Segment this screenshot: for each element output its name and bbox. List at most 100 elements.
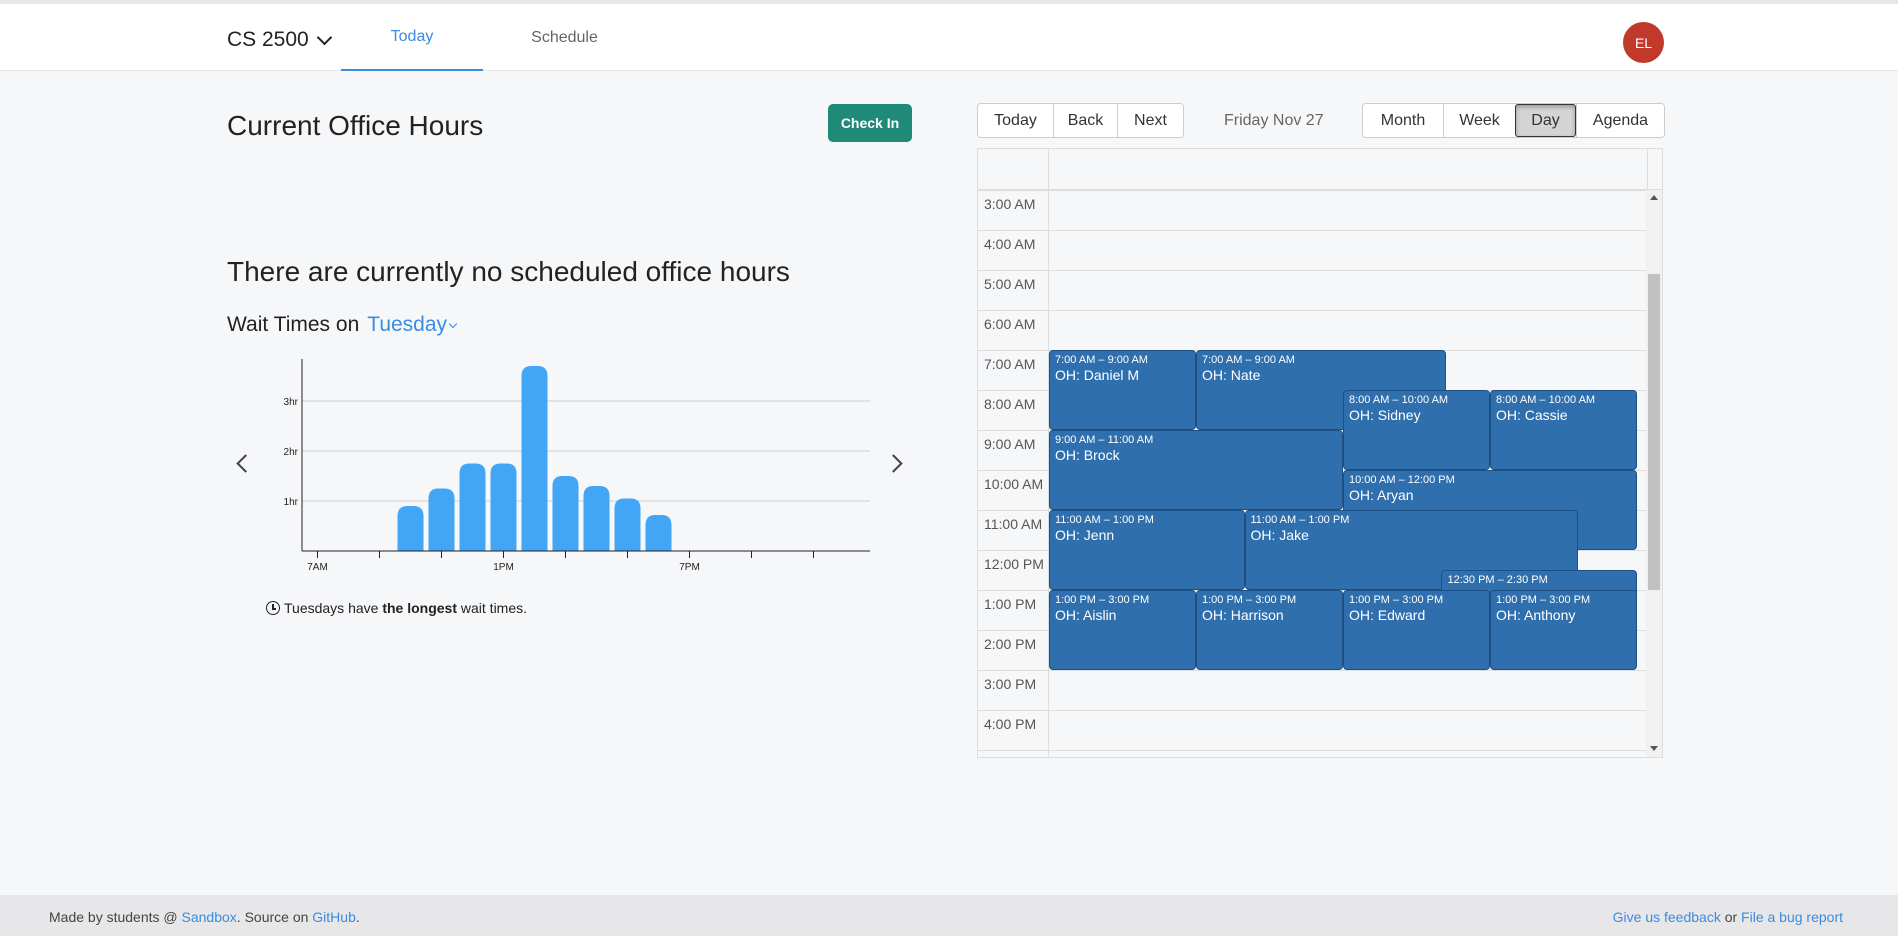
calendar-event[interactable]: 9:00 AM – 11:00 AM OH: Brock [1049, 430, 1343, 510]
event-time: 9:00 AM – 11:00 AM [1055, 434, 1154, 446]
event-time: 8:00 AM – 10:00 AM [1496, 394, 1596, 406]
hour-row[interactable]: 4:00 PM [978, 710, 1647, 750]
calendar-event[interactable]: 1:00 PM – 3:00 PM OH: Edward [1343, 590, 1490, 670]
chevron-right-icon [884, 454, 903, 473]
hour-label: 1:00 PM [984, 596, 1037, 612]
bar-12pm [459, 463, 486, 551]
event-time: 7:00 AM – 9:00 AM [1202, 354, 1295, 366]
event-time: 1:00 PM – 3:00 PM [1202, 594, 1297, 606]
chevron-left-icon [236, 454, 255, 473]
event-title: OH: Aislin [1055, 607, 1117, 623]
calendar-header [978, 149, 1662, 190]
calendar-event[interactable]: 1:00 PM – 3:00 PM OH: Aislin [1049, 590, 1196, 670]
calendar-view-group: Month Week Day Agenda [1362, 103, 1665, 138]
footer-feedback: Give us feedback or File a bug report [1612, 909, 1843, 925]
event-title: OH: Jenn [1055, 527, 1115, 543]
calendar-date-label: Friday Nov 27 [1224, 112, 1324, 129]
x-tick-label: 1PM [493, 562, 514, 573]
check-in-button[interactable]: Check In [828, 104, 912, 142]
avatar[interactable]: EL [1623, 22, 1664, 63]
page-title: Current Office Hours [227, 110, 484, 141]
top-nav: CS 2500 EL [0, 4, 1898, 71]
hour-row[interactable]: 5:00 AM [978, 270, 1647, 310]
bar-2pm [521, 366, 548, 551]
hour-label: 6:00 AM [984, 316, 1036, 332]
github-link[interactable]: GitHub [312, 909, 356, 925]
event-title: OH: Cassie [1496, 407, 1568, 423]
month-view-button[interactable]: Month [1363, 104, 1443, 137]
event-title: OH: Nate [1202, 367, 1261, 383]
tab-schedule[interactable]: Schedule [483, 4, 646, 71]
calendar-time-grid[interactable]: 3:00 AM 4:00 AM 5:00 AM 6:00 AM 7:00 AM 8:00 … [978, 190, 1647, 757]
calendar-event[interactable]: 1:00 PM – 3:00 PM OH: Harrison [1196, 590, 1343, 670]
hour-label: 3:00 AM [984, 196, 1036, 212]
hour-label: 4:00 PM [984, 716, 1037, 732]
prev-day-arrow[interactable] [230, 452, 255, 476]
bar-6pm [645, 515, 672, 551]
calendar-event[interactable]: 11:00 AM – 1:00 PM OH: Jenn [1049, 510, 1245, 590]
scroll-down-icon[interactable] [1650, 746, 1658, 751]
tab-today[interactable]: Today [341, 4, 483, 71]
today-button[interactable]: Today [978, 104, 1053, 137]
calendar-nav-group: Today Back Next [977, 103, 1184, 138]
wait-times-chart: 1hr 2hr 3hr 7AM 1PM 7PM [284, 359, 870, 573]
week-view-button[interactable]: Week [1443, 104, 1515, 137]
course-switcher[interactable]: CS 2500 [227, 28, 333, 52]
bar-5pm [614, 498, 641, 551]
day-calendar: 3:00 AM 4:00 AM 5:00 AM 6:00 AM 7:00 AM 8:00 … [977, 148, 1663, 758]
calendar-scrollbar[interactable] [1646, 190, 1662, 757]
next-button[interactable]: Next [1117, 104, 1183, 137]
hour-label: 9:00 AM [984, 436, 1036, 452]
back-button[interactable]: Back [1053, 104, 1117, 137]
calendar-event[interactable]: 8:00 AM – 10:00 AM OH: Sidney [1343, 390, 1490, 470]
footer-credits: Made by students @ Sandbox. Source on Gi… [49, 909, 360, 925]
calendar-event[interactable]: 7:00 AM – 9:00 AM OH: Daniel M [1049, 350, 1196, 430]
bar-10am [397, 506, 424, 551]
bar-3pm [552, 476, 579, 551]
event-time: 11:00 AM – 1:00 PM [1250, 514, 1350, 526]
event-title: OH: Aryan [1349, 487, 1414, 503]
event-title: OH: Anthony [1496, 607, 1576, 623]
y-tick-label: 3hr [284, 397, 299, 408]
event-title: OH: Harrison [1202, 607, 1284, 623]
hour-label: 3:00 PM [984, 676, 1037, 692]
x-tick-label: 7PM [679, 562, 700, 573]
footer: Made by students @ Sandbox. Source on Gi… [0, 895, 1898, 936]
no-hours-message: There are currently no scheduled office … [227, 256, 790, 287]
bar-4pm [583, 486, 610, 551]
hour-label: 4:00 AM [984, 236, 1036, 252]
event-title: OH: Brock [1055, 447, 1120, 463]
event-time: 10:00 AM – 12:00 PM [1349, 474, 1455, 486]
course-name: CS 2500 [227, 28, 309, 51]
hour-row[interactable]: 4:00 AM [978, 230, 1647, 270]
feedback-link[interactable]: Give us feedback [1613, 909, 1721, 925]
event-title: OH: Edward [1349, 607, 1426, 623]
x-tick-label: 7AM [307, 562, 328, 573]
bug-report-link[interactable]: File a bug report [1741, 909, 1843, 925]
hour-label: 5:00 AM [984, 276, 1036, 292]
hour-label: 5:00 PM [984, 756, 1036, 757]
scroll-thumb[interactable] [1648, 274, 1660, 590]
calendar-event[interactable]: 1:00 PM – 3:00 PM OH: Anthony [1490, 590, 1637, 670]
next-day-arrow[interactable] [884, 452, 909, 476]
hour-row[interactable]: 5:00 PM [978, 750, 1647, 757]
y-tick-label: 2hr [284, 447, 299, 458]
hour-row[interactable]: 3:00 AM [978, 190, 1647, 230]
scroll-up-icon[interactable] [1650, 195, 1658, 200]
event-time: 8:00 AM – 10:00 AM [1349, 394, 1449, 406]
day-view-button[interactable]: Day [1515, 104, 1576, 137]
bar-1pm [490, 463, 517, 551]
agenda-view-button[interactable]: Agenda [1576, 104, 1664, 137]
hour-row[interactable]: 3:00 PM [978, 670, 1647, 710]
hour-label: 2:00 PM [984, 636, 1037, 652]
event-title: OH: Daniel M [1055, 367, 1140, 383]
chevron-down-icon [316, 29, 333, 45]
event-time: 11:00 AM – 1:00 PM [1055, 514, 1154, 526]
sandbox-link[interactable]: Sandbox [182, 909, 237, 925]
avatar-initials: EL [1634, 34, 1653, 51]
day-dropdown[interactable]: Tuesday [367, 313, 458, 337]
event-time: 1:00 PM – 3:00 PM [1055, 594, 1150, 606]
event-title: OH: Sidney [1349, 407, 1421, 423]
calendar-event[interactable]: 8:00 AM – 10:00 AM OH: Cassie [1490, 390, 1637, 470]
hour-row[interactable]: 6:00 AM [978, 310, 1647, 350]
